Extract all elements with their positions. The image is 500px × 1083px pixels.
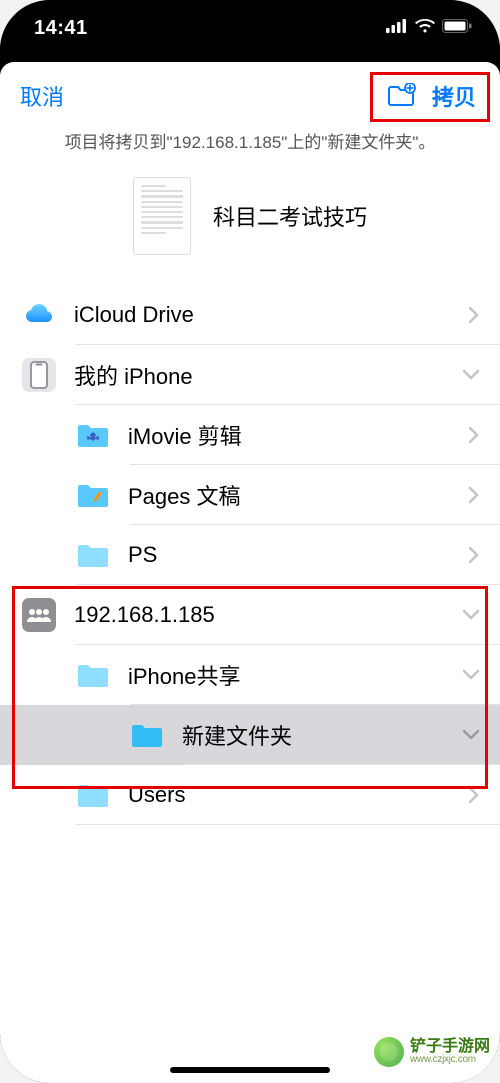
row-label: iPhone共享: [110, 659, 462, 691]
row-icloud[interactable]: iCloud Drive: [0, 285, 500, 345]
sheet-nav: 取消 拷贝: [0, 62, 500, 124]
subtitle-text: 项目将拷贝到"192.168.1.185"上的"新建文件夹"。: [0, 124, 500, 167]
row-label: iMovie 剪辑: [110, 419, 468, 451]
folder-pages-icon: [76, 478, 110, 512]
cellular-bars-icon: [386, 19, 408, 38]
chevron-right-icon: [468, 426, 480, 444]
row-label: 我的 iPhone: [56, 359, 462, 391]
wifi-icon: [415, 19, 435, 38]
status-right: [386, 19, 472, 38]
row-label: Users: [110, 782, 468, 808]
folder-icon: [76, 778, 110, 812]
row-label: 192.168.1.185: [56, 602, 462, 628]
row-iphone-share[interactable]: iPhone共享: [0, 645, 500, 705]
watermark-cn: 铲子手游网: [410, 1039, 490, 1055]
locations-list: iCloud Drive 我的 iPhone iMovie 剪辑: [0, 285, 500, 1083]
chevron-down-icon: [462, 609, 480, 621]
row-new-folder[interactable]: 新建文件夹: [0, 705, 500, 765]
row-label: 新建文件夹: [164, 719, 462, 751]
iphone-icon: [22, 358, 56, 392]
chevron-right-icon: [468, 786, 480, 804]
row-label: iCloud Drive: [56, 302, 468, 328]
chevron-down-icon: [462, 669, 480, 681]
cancel-button[interactable]: 取消: [20, 80, 64, 112]
watermark: 铲子手游网 www.czjxjc.com: [374, 1037, 490, 1067]
nav-right-group: 拷贝: [382, 78, 480, 114]
folder-icon: [130, 718, 164, 752]
battery-icon: [442, 19, 472, 38]
chevron-right-icon: [468, 546, 480, 564]
row-label: PS: [110, 542, 468, 568]
watermark-en: www.czjxjc.com: [410, 1055, 490, 1065]
row-server[interactable]: 192.168.1.185: [0, 585, 500, 645]
folder-imovie-icon: [76, 418, 110, 452]
row-ps[interactable]: PS: [0, 525, 500, 585]
row-my-iphone[interactable]: 我的 iPhone: [0, 345, 500, 405]
status-bar: 14:41: [0, 0, 500, 56]
row-imovie[interactable]: iMovie 剪辑: [0, 405, 500, 465]
shared-server-icon: [22, 598, 56, 632]
chevron-right-icon: [468, 306, 480, 324]
home-indicator[interactable]: [170, 1067, 330, 1073]
row-label: Pages 文稿: [110, 479, 468, 511]
chevron-down-icon: [462, 369, 480, 381]
phone-frame: 14:41 取消 拷贝 项目将拷贝到"192.168.1.185"上的"新建文: [0, 0, 500, 1083]
file-name-label: 科目二考试技巧: [213, 200, 367, 232]
row-pages[interactable]: Pages 文稿: [0, 465, 500, 525]
file-preview: 科目二考试技巧: [0, 167, 500, 285]
chevron-down-icon: [462, 729, 480, 741]
folder-icon: [76, 538, 110, 572]
copy-button[interactable]: 拷贝: [432, 80, 476, 112]
document-thumbnail-icon: [133, 177, 191, 255]
watermark-logo-icon: [374, 1037, 404, 1067]
row-users[interactable]: Users: [0, 765, 500, 825]
folder-icon: [76, 658, 110, 692]
chevron-right-icon: [468, 486, 480, 504]
new-folder-icon[interactable]: [386, 83, 416, 109]
icloud-icon: [22, 298, 56, 332]
copy-sheet: 取消 拷贝 项目将拷贝到"192.168.1.185"上的"新建文件夹"。 科目…: [0, 62, 500, 1083]
status-time: 14:41: [34, 17, 88, 40]
